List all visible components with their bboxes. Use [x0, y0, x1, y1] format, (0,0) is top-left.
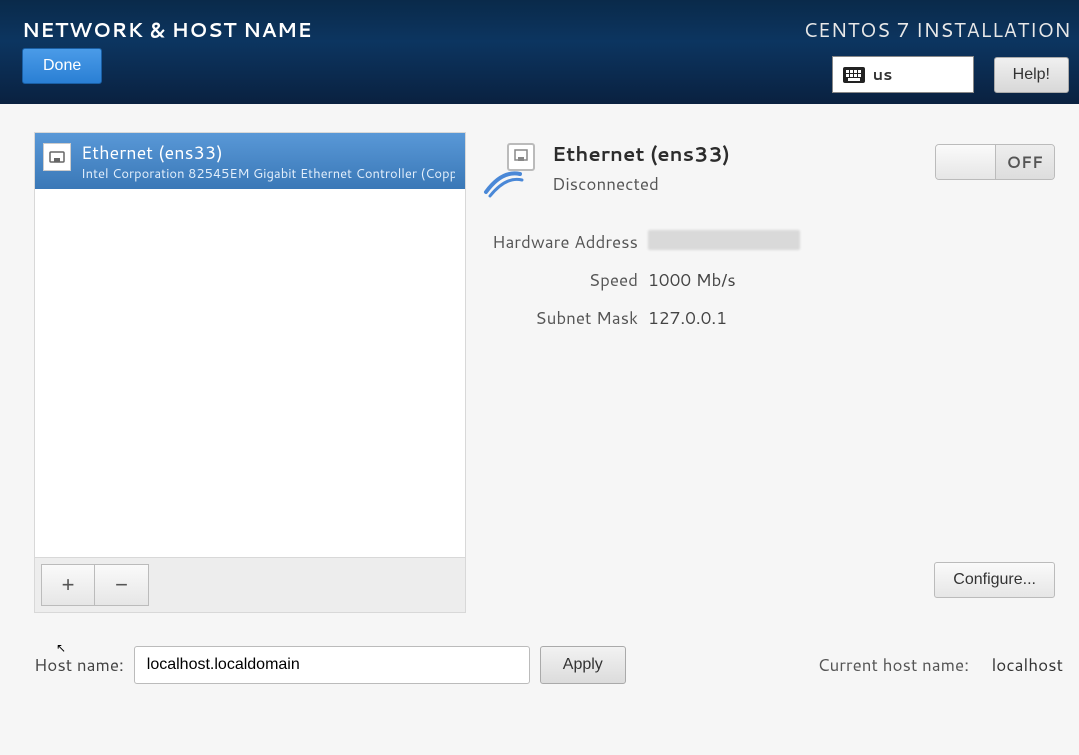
list-button-bar: + −	[34, 558, 466, 613]
hwaddr-value	[648, 230, 1055, 254]
detail-grid: Hardware Address Speed 1000 Mb/s Subnet …	[482, 230, 1055, 330]
interface-item-ens33[interactable]: Ethernet (ens33) Intel Corporation 82545…	[35, 133, 465, 189]
interface-list[interactable]: Ethernet (ens33) Intel Corporation 82545…	[34, 132, 466, 558]
interface-item-title: Ethernet (ens33)	[81, 139, 455, 165]
hostname-label: Host name: ↖	[34, 653, 124, 677]
redacted-value	[648, 230, 800, 250]
configure-button[interactable]: Configure...	[934, 562, 1055, 598]
connection-toggle[interactable]: OFF	[935, 144, 1055, 180]
done-button[interactable]: Done	[22, 48, 102, 84]
content: Ethernet (ens33) Intel Corporation 82545…	[0, 104, 1079, 613]
current-hostname-label: Current host name: localhost	[817, 653, 1063, 677]
subnet-label: Subnet Mask	[482, 306, 638, 330]
hwaddr-label: Hardware Address	[482, 230, 638, 254]
speed-label: Speed	[482, 268, 638, 292]
ethernet-large-icon	[482, 140, 546, 204]
cursor-icon: ↖	[56, 639, 66, 656]
current-hostname-label-text: Current host name:	[817, 653, 968, 677]
hostname-row: Host name: ↖ Apply Current host name: lo…	[34, 646, 1063, 684]
apply-hostname-button[interactable]: Apply	[540, 646, 626, 684]
header-right: CENTOS 7 INSTALLATION us Help!	[803, 16, 1079, 93]
toggle-thumb	[936, 145, 996, 179]
interface-item-subtitle: Intel Corporation 82545EM Gigabit Ethern…	[81, 165, 455, 183]
installer-title: CENTOS 7 INSTALLATION	[803, 16, 1075, 44]
interface-list-column: Ethernet (ens33) Intel Corporation 82545…	[34, 132, 466, 613]
interface-item-texts: Ethernet (ens33) Intel Corporation 82545…	[81, 139, 455, 183]
add-interface-button[interactable]: +	[41, 564, 95, 606]
keyboard-layout-label: us	[873, 63, 893, 86]
hostname-label-text: Host name:	[34, 653, 124, 677]
detail-header-texts: Ethernet (ens33) Disconnected	[552, 140, 730, 196]
remove-interface-button[interactable]: −	[95, 564, 149, 606]
speed-value: 1000 Mb/s	[648, 268, 1055, 292]
toggle-off-label: OFF	[996, 145, 1055, 179]
header: NETWORK & HOST NAME Done CENTOS 7 INSTAL…	[0, 0, 1079, 104]
keyboard-layout-selector[interactable]: us	[832, 56, 974, 93]
detail-status: Disconnected	[552, 172, 730, 196]
help-button[interactable]: Help!	[994, 57, 1069, 93]
header-right-row: us Help!	[832, 56, 1075, 93]
current-hostname-value: localhost	[992, 653, 1063, 677]
detail-title: Ethernet (ens33)	[552, 140, 730, 168]
keyboard-icon	[843, 67, 865, 83]
ethernet-icon	[43, 143, 71, 171]
detail-column: Ethernet (ens33) Disconnected OFF Hardwa…	[466, 132, 1055, 613]
hostname-input[interactable]	[134, 646, 530, 684]
subnet-value: 127.0.0.1	[648, 306, 1055, 330]
